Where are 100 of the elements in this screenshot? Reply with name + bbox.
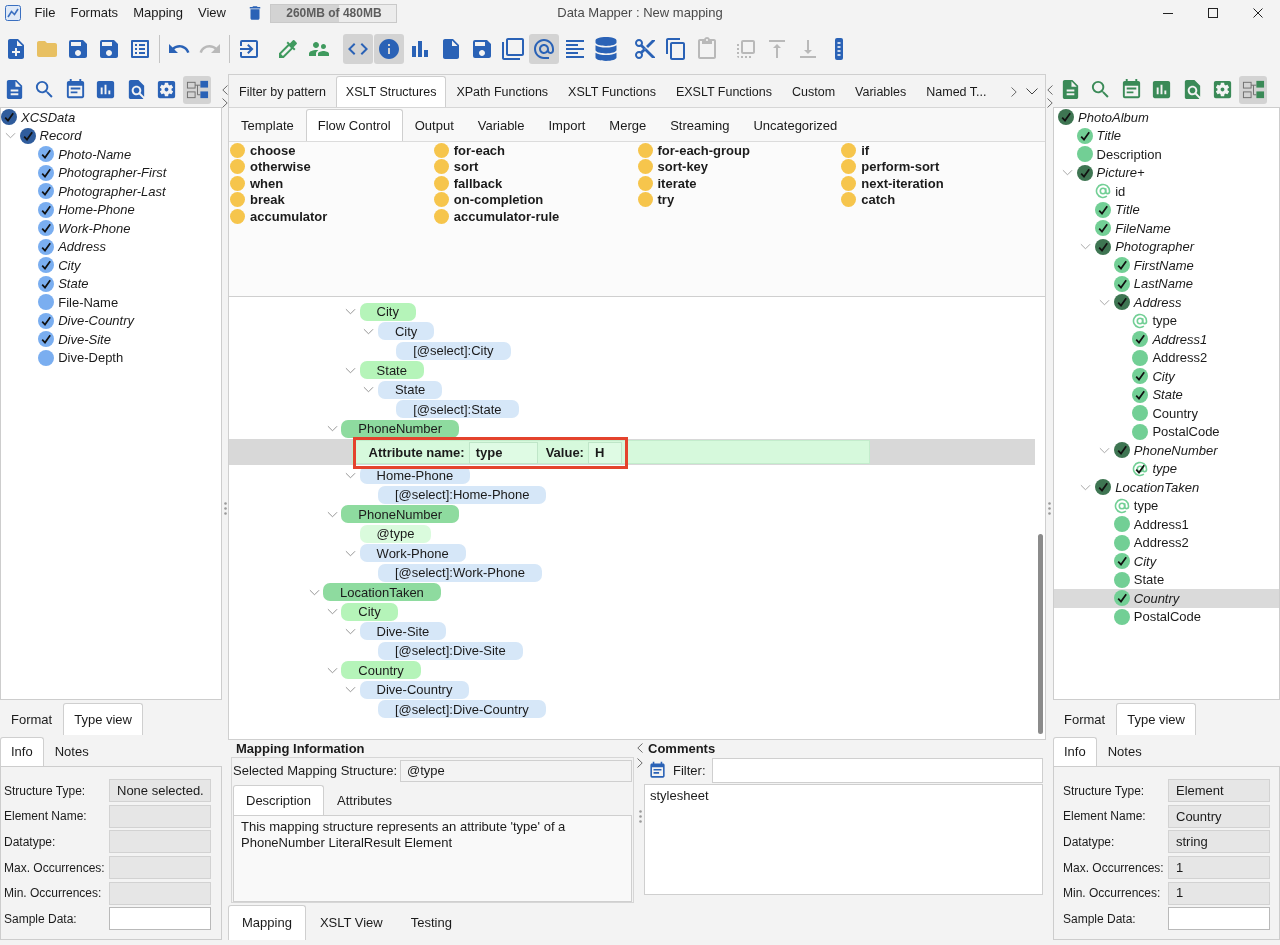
tree-item[interactable]: XCSData (1, 108, 221, 127)
tree-item[interactable]: Address1 (1054, 330, 1279, 349)
tree-node[interactable]: [@select]:Home-Phone (377, 485, 547, 504)
palette-item[interactable]: if (841, 142, 870, 159)
input-field[interactable]: H (587, 442, 622, 464)
description-field[interactable]: This mapping structure represents an attribute 'type' of a PhoneNumber LiteralResult Element (233, 815, 632, 902)
tree-node[interactable]: @type (359, 524, 432, 543)
tree-item[interactable]: City (1054, 367, 1279, 386)
tree-item[interactable]: type (1054, 311, 1279, 330)
tree-item[interactable]: Work-Phone (1, 219, 221, 238)
chevron-right-icon[interactable] (1011, 86, 1017, 97)
tree-node[interactable]: City (341, 602, 398, 621)
tree-item[interactable]: Photo-Name (1, 145, 221, 164)
app-icon[interactable] (5, 5, 21, 21)
chevron-down-icon[interactable] (1026, 88, 1038, 95)
input-field[interactable] (109, 830, 211, 854)
tab[interactable]: Flow Control (305, 109, 403, 141)
chevron-right-icon[interactable] (637, 758, 643, 768)
toolbar-button[interactable] (343, 34, 373, 64)
maximize-icon[interactable] (1207, 8, 1218, 18)
input-field[interactable]: string (1168, 830, 1270, 854)
checked-circle-icon[interactable] (1095, 201, 1112, 218)
checked-circle-icon[interactable] (1113, 590, 1130, 607)
tab[interactable]: Testing (396, 905, 466, 940)
notepad-icon[interactable] (648, 761, 667, 780)
input-field[interactable]: Country (1168, 804, 1270, 828)
checked-circle-icon[interactable] (38, 331, 55, 348)
checked-circle-icon[interactable] (1095, 238, 1112, 255)
input-field[interactable] (109, 881, 211, 905)
palette-item[interactable]: next-iteration (841, 175, 944, 192)
tab[interactable]: XSLT Functions (558, 76, 666, 107)
checked-circle-icon[interactable] (1132, 331, 1149, 348)
tree-item[interactable]: File-Name (1, 293, 221, 312)
tree-item[interactable]: Country (1054, 589, 1279, 608)
palette-item[interactable]: iterate (637, 175, 697, 192)
palette-item[interactable]: try (637, 191, 675, 208)
checked-circle-icon[interactable] (1058, 109, 1074, 126)
toolbar-button[interactable] (1239, 75, 1267, 104)
checked-circle-icon[interactable] (38, 275, 55, 292)
tree-node[interactable]: LocationTaken (323, 583, 441, 602)
tree-node[interactable]: City (377, 322, 435, 341)
tree-item[interactable]: type (1054, 496, 1279, 515)
tree-item[interactable]: State (1, 274, 221, 293)
tree-item[interactable]: City (1054, 552, 1279, 571)
input-field[interactable]: Element (1168, 779, 1270, 803)
menu-item[interactable]: Mapping (125, 0, 191, 26)
tree-item[interactable]: Dive-Site (1, 330, 221, 349)
tree-item[interactable]: State (1054, 385, 1279, 404)
tab[interactable]: Format (1053, 703, 1117, 735)
chevron-right-icon[interactable] (222, 98, 228, 108)
tab[interactable]: Type view (1116, 703, 1196, 735)
tree-item[interactable]: LocationTaken (1054, 478, 1279, 497)
tree-item[interactable]: PhoneNumber (1054, 441, 1279, 460)
minimize-icon[interactable] (1162, 12, 1173, 14)
checked-circle-icon[interactable] (38, 238, 55, 255)
tab[interactable]: Mapping (228, 905, 306, 940)
menu-item[interactable]: Formats (62, 0, 126, 26)
tree-node[interactable]: [@select]:City (396, 341, 511, 360)
tree-item[interactable]: Address2 (1054, 348, 1279, 367)
menu-item[interactable]: View (190, 0, 234, 26)
tree-item[interactable]: Address1 (1054, 515, 1279, 534)
tree-node[interactable]: [@select]:Dive-Country (377, 700, 546, 719)
tab[interactable]: Named T... (916, 76, 997, 107)
tree-item[interactable]: Country (1054, 404, 1279, 423)
tab[interactable]: EXSLT Functions (665, 76, 782, 107)
tree-item[interactable]: PostalCode (1054, 607, 1279, 626)
input-field[interactable] (109, 907, 211, 931)
tree-item[interactable]: Photographer (1054, 237, 1279, 256)
tree-item[interactable]: LastName (1054, 274, 1279, 293)
tree-item[interactable]: Home-Phone (1, 200, 221, 219)
checked-circle-icon[interactable] (1113, 257, 1130, 274)
checked-circle-icon[interactable] (1113, 294, 1130, 311)
chevron-left-icon[interactable] (1046, 85, 1053, 95)
tab[interactable]: Attributes (324, 785, 405, 815)
tree-item[interactable]: Address (1, 237, 221, 256)
input-field[interactable]: 1 (1168, 881, 1270, 905)
checked-circle-icon[interactable] (1076, 127, 1093, 144)
tree-item[interactable]: Picture+ (1054, 163, 1279, 182)
tree-item[interactable]: Dive-Depth (1, 348, 221, 367)
tree-node[interactable]: Country (341, 661, 421, 680)
checked-circle-icon[interactable] (1, 109, 17, 126)
palette-item[interactable]: catch (841, 191, 896, 208)
checked-circle-icon[interactable] (38, 201, 55, 218)
tree-node[interactable]: City (359, 302, 416, 321)
tree-node[interactable]: [@select]:State (396, 400, 519, 419)
tree-node[interactable]: [@select]:Dive-Site (377, 641, 523, 660)
tab[interactable]: Output (402, 109, 466, 141)
input-field[interactable]: 1 (1168, 856, 1270, 880)
toolbar-button[interactable] (374, 34, 404, 64)
input-field[interactable]: @type (400, 760, 632, 782)
tree-item[interactable]: Description (1054, 145, 1279, 164)
toolbar-button[interactable] (183, 75, 211, 104)
tab[interactable]: Notes (43, 737, 100, 766)
close-icon[interactable] (1252, 8, 1263, 18)
tab[interactable]: Variable (465, 109, 537, 141)
checked-circle-icon[interactable] (38, 183, 55, 200)
tab[interactable]: Streaming (658, 109, 742, 141)
tree-item[interactable]: Address (1054, 293, 1279, 312)
palette-item[interactable]: accumulator-rule (433, 208, 560, 225)
tree-item[interactable]: Record (1, 126, 221, 145)
